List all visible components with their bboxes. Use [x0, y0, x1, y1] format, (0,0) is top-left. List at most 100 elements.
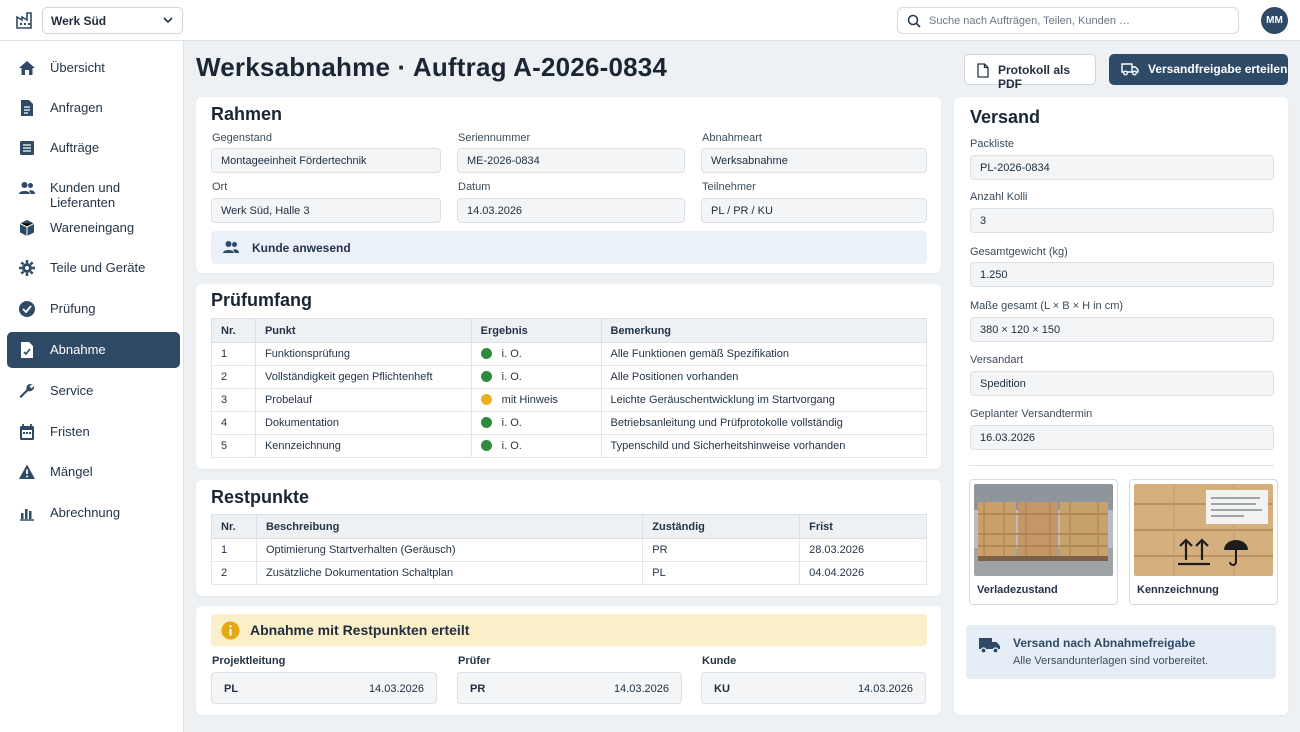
table-row[interactable]: 2 Zusätzliche Dokumentation Schaltplan P… — [211, 561, 927, 585]
row-result: i. O. — [470, 411, 602, 435]
restpunkte-table: Nr. Beschreibung Zuständig Frist 1 Optim… — [211, 514, 927, 585]
sidebar-item-wareneingang[interactable]: Wareneingang — [7, 210, 180, 246]
customer-present-banner: Kunde anwesend — [211, 231, 927, 264]
sidebar-item-label: Anfragen — [50, 100, 103, 115]
table-row[interactable]: 3 Probelauf mit Hinweis Leichte Geräusch… — [211, 388, 927, 412]
masse-field[interactable]: 380 × 120 × 150 — [970, 317, 1274, 342]
truck-icon — [979, 638, 1000, 654]
sidebar-item-abrechnung[interactable]: Abrechnung — [7, 495, 180, 531]
signature-field-pruefer[interactable]: PR 14.03.2026 — [457, 672, 682, 704]
sidebar-item-pruefung[interactable]: Prüfung — [7, 291, 180, 327]
search-input[interactable] — [929, 12, 1229, 30]
row-number: 1 — [211, 342, 256, 366]
page-title: Werksabnahme · Auftrag A-2026-0834 — [196, 52, 668, 82]
seriennummer-label: Seriennummer — [458, 132, 531, 144]
versandart-field[interactable]: Spedition — [970, 371, 1274, 396]
status-dot — [480, 348, 492, 359]
teilnehmer-label: Teilnehmer — [702, 181, 756, 193]
signature-field-projektleitung[interactable]: PL 14.03.2026 — [211, 672, 437, 704]
seriennummer-field[interactable]: ME-2026-0834 — [457, 148, 685, 173]
column-header: Ergebnis — [470, 318, 602, 343]
status-dot — [480, 371, 492, 382]
abnahmeart-field[interactable]: Werksabnahme — [701, 148, 927, 173]
versand-title: Versand — [970, 107, 1041, 127]
versandtermin-field[interactable]: 16.03.2026 — [970, 425, 1274, 450]
shipping-info-text: Alle Versandunterlagen sind vorbereitet. — [1013, 655, 1209, 667]
box-icon — [19, 220, 35, 236]
row-remark: Alle Positionen vorhanden — [600, 365, 927, 389]
signature-role: KU — [714, 683, 730, 695]
status-dot — [480, 417, 492, 428]
sidebar-item-label: Fristen — [50, 424, 90, 439]
plant-select[interactable]: Werk Süd — [42, 7, 183, 34]
shipping-info-banner: Versand nach Abnahmefreigabe Alle Versan… — [966, 625, 1276, 679]
packliste-field[interactable]: PL-2026-0834 — [970, 155, 1274, 180]
plant-select-value: Werk Süd — [51, 14, 107, 28]
sidebar-item-service[interactable]: Service — [7, 373, 180, 409]
table-row[interactable]: 1 Funktionsprüfung i. O. Alle Funktionen… — [211, 342, 927, 366]
restpunkte-title: Restpunkte — [211, 487, 310, 507]
row-number: 2 — [211, 365, 256, 389]
sidebar-item-label: Service — [50, 383, 94, 398]
table-header-row: Nr. Beschreibung Zuständig Frist — [211, 514, 927, 539]
table-row[interactable]: 1 Optimierung Startverhalten (Geräusch) … — [211, 538, 927, 562]
user-avatar[interactable]: MM — [1261, 7, 1288, 34]
versand-field-label: Maße gesamt (L × B × H in cm) — [970, 300, 1124, 312]
chevron-down-icon — [163, 17, 173, 24]
sidebar-item-auftraege[interactable]: Aufträge — [7, 130, 180, 166]
divider — [969, 465, 1274, 466]
search-box[interactable] — [897, 7, 1239, 34]
customer-present-text: Kunde anwesend — [252, 241, 351, 255]
anzahl-kolli-field[interactable]: 3 — [970, 208, 1274, 233]
row-responsible: PL — [642, 561, 801, 585]
versand-card — [954, 97, 1288, 715]
row-point: Kennzeichnung — [254, 434, 472, 458]
loading-photo — [974, 484, 1113, 576]
versand-field-label: Geplanter Versandtermin — [970, 408, 1093, 420]
photo-caption: Kennzeichnung — [1137, 584, 1219, 596]
sidebar-item-fristen[interactable]: Fristen — [7, 414, 180, 450]
row-number: 3 — [211, 388, 256, 412]
table-header-row: Nr. Punkt Ergebnis Bemerkung — [211, 318, 927, 343]
people-icon — [223, 241, 239, 253]
datum-field[interactable]: 14.03.2026 — [457, 198, 685, 223]
sidebar-item-label: Übersicht — [50, 60, 105, 75]
row-deadline: 04.04.2026 — [799, 561, 927, 585]
sidebar-item-maengel[interactable]: Mängel — [7, 454, 180, 490]
versand-field-label: Anzahl Kolli — [970, 191, 1028, 203]
ort-field[interactable]: Werk Süd, Halle 3 — [211, 198, 441, 223]
calendar-icon — [20, 424, 34, 440]
gesamtgewicht-field[interactable]: 1.250 — [970, 262, 1274, 287]
signature-field-kunde[interactable]: KU 14.03.2026 — [701, 672, 926, 704]
sidebar-item-uebersicht[interactable]: Übersicht — [7, 50, 180, 86]
photo-verladezustand[interactable]: Verladezustand — [969, 479, 1118, 605]
export-pdf-button[interactable]: Protokoll als PDF — [964, 54, 1096, 91]
sidebar-item-kunden-lieferanten[interactable]: Kunden und Lieferanten — [7, 170, 180, 210]
row-point: Funktionsprüfung — [254, 342, 472, 366]
sidebar-item-anfragen[interactable]: Anfragen — [7, 90, 180, 126]
teilnehmer-field[interactable]: PL / PR / KU — [701, 198, 927, 223]
sidebar-item-label: Abnahme — [50, 342, 106, 357]
column-header: Nr. — [211, 514, 257, 539]
table-row[interactable]: 5 Kennzeichnung i. O. Typenschild und Si… — [211, 434, 927, 458]
row-result: i. O. — [470, 365, 602, 389]
factory-icon — [16, 12, 32, 29]
file-icon — [977, 63, 989, 78]
sidebar-item-label: Prüfung — [50, 301, 96, 316]
gegenstand-field[interactable]: Montageeinheit Fördertechnik — [211, 148, 441, 173]
export-pdf-label: Protokoll als PDF — [998, 63, 1071, 91]
truck-icon — [1121, 63, 1139, 76]
home-icon — [19, 61, 35, 75]
row-result: i. O. — [470, 434, 602, 458]
sidebar-item-abnahme[interactable]: Abnahme — [7, 332, 180, 368]
photo-kennzeichnung[interactable]: Kennzeichnung — [1129, 479, 1278, 605]
signature-role: PL — [224, 683, 239, 695]
signature-label-projektleitung: Projektleitung — [212, 655, 286, 667]
sidebar-item-teile-geraete[interactable]: Teile und Geräte — [7, 250, 180, 286]
table-row[interactable]: 2 Vollständigkeit gegen Pflichtenheft i.… — [211, 365, 927, 389]
sidebar-item-label: Teile und Geräte — [50, 260, 146, 275]
table-row[interactable]: 4 Dokumentation i. O. Betriebsanleitung … — [211, 411, 927, 435]
result-text: i. O. — [501, 348, 522, 360]
release-shipping-button[interactable]: Versandfreigabe erteilen — [1109, 54, 1288, 85]
sidebar-item-label: Abrechnung — [50, 505, 121, 520]
